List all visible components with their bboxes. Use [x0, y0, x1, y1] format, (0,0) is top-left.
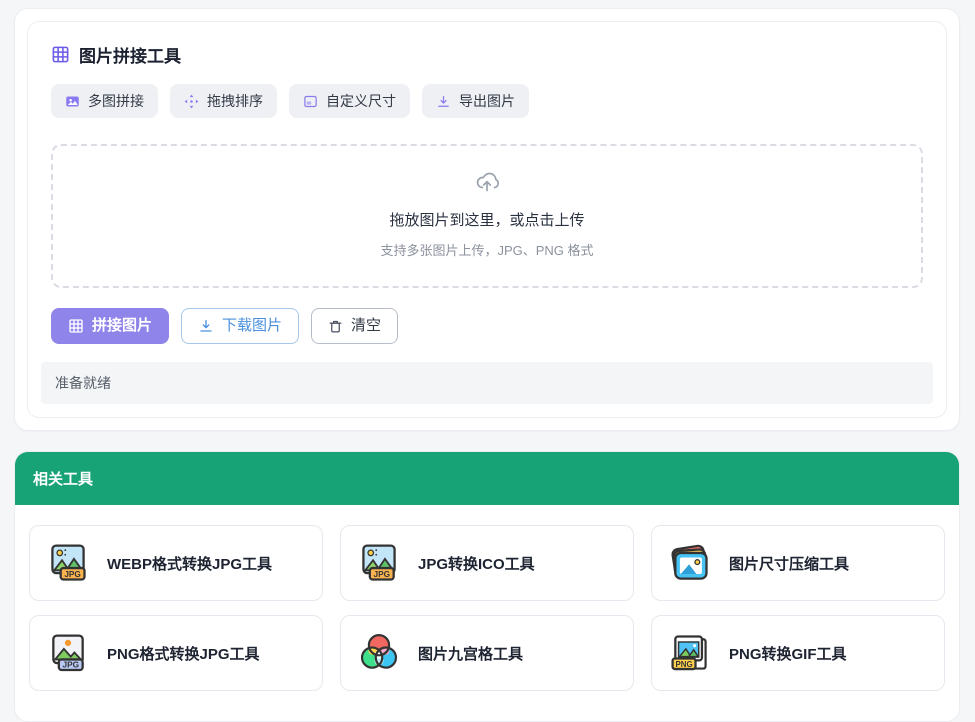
related-tools-title: 相关工具 [33, 471, 94, 488]
feature-badge-export: 导出图片 [422, 84, 529, 118]
resize-icon [303, 94, 318, 109]
feature-badge-multi: 多图拼接 [51, 84, 158, 118]
upload-sub-text: 支持多张图片上传，JPG、PNG 格式 [380, 243, 594, 258]
png-file-icon: PNG [668, 631, 712, 675]
related-tool-label: 图片九宫格工具 [418, 645, 524, 663]
related-tool-label: PNG格式转换JPG工具 [107, 645, 260, 663]
jpg-photo-icon: JPG [357, 541, 401, 585]
trash-icon [328, 319, 343, 334]
clear-button-label: 清空 [351, 317, 382, 334]
feature-label: 导出图片 [459, 93, 515, 109]
grid-icon [68, 318, 84, 334]
feature-label: 多图拼接 [88, 93, 144, 109]
stitch-button[interactable]: 拼接图片 [51, 308, 170, 344]
svg-text:JPG: JPG [62, 661, 79, 670]
download-icon [198, 318, 214, 334]
action-buttons: 拼接图片 下载图片 清空 [51, 308, 923, 344]
related-tool-png-to-gif[interactable]: PNG PNG转换GIF工具 [651, 615, 945, 691]
stitch-tool-panel: 图片拼接工具 多图拼接 拖拽排序 自定义尺寸 导出图片 拖放图片到这里，或点击上… [27, 21, 947, 418]
related-tool-label: WEBP格式转换JPG工具 [107, 555, 273, 573]
feature-label: 自定义尺寸 [326, 93, 396, 109]
rgb-circles-icon [357, 631, 401, 675]
page-title: 图片拼接工具 [51, 42, 923, 67]
page-title-text: 图片拼接工具 [79, 47, 181, 66]
svg-text:JPG: JPG [64, 570, 81, 579]
related-tool-image-resize[interactable]: 图片尺寸压缩工具 [651, 525, 945, 601]
related-tool-webp-to-jpg[interactable]: JPG WEBP格式转换JPG工具 [29, 525, 323, 601]
feature-badge-drag: 拖拽排序 [170, 84, 277, 118]
upload-dropzone[interactable]: 拖放图片到这里，或点击上传 支持多张图片上传，JPG、PNG 格式 [51, 144, 923, 288]
related-tool-label: JPG转换ICO工具 [418, 555, 535, 573]
download-button[interactable]: 下载图片 [181, 308, 300, 344]
svg-text:PNG: PNG [676, 660, 693, 669]
feature-badge-size: 自定义尺寸 [289, 84, 410, 118]
move-icon [184, 94, 199, 109]
status-bar: 准备就绪 [41, 362, 933, 404]
related-tool-jpg-to-ico[interactable]: JPG JPG转换ICO工具 [340, 525, 634, 601]
feature-label: 拖拽排序 [207, 93, 263, 109]
cloud-upload-icon [475, 169, 499, 193]
related-tool-label: PNG转换GIF工具 [729, 645, 847, 663]
clear-button[interactable]: 清空 [311, 308, 399, 344]
panel-content: 图片拼接工具 多图拼接 拖拽排序 自定义尺寸 导出图片 拖放图片到这里，或点击上… [41, 42, 933, 404]
related-tools-section: 相关工具 JPG WEBP格式转换JPG工具 JPG JPG转换ICO工具 图片… [14, 451, 960, 722]
image-icon [65, 94, 80, 109]
related-tool-nine-grid[interactable]: 图片九宫格工具 [340, 615, 634, 691]
related-tools-header: 相关工具 [15, 452, 959, 505]
svg-text:JPG: JPG [373, 570, 390, 579]
download-icon [436, 94, 451, 109]
related-tool-label: 图片尺寸压缩工具 [729, 555, 850, 573]
grid-icon [51, 45, 70, 64]
upload-main-text: 拖放图片到这里，或点击上传 [389, 212, 585, 229]
png-to-jpg-icon: JPG [46, 631, 90, 675]
stitch-button-label: 拼接图片 [92, 317, 153, 334]
download-button-label: 下载图片 [222, 317, 283, 334]
jpg-photo-icon: JPG [46, 541, 90, 585]
status-text: 准备就绪 [55, 375, 111, 391]
related-tools-grid: JPG WEBP格式转换JPG工具 JPG JPG转换ICO工具 图片尺寸压缩工… [15, 505, 959, 721]
feature-badges: 多图拼接 拖拽排序 自定义尺寸 导出图片 [51, 84, 923, 118]
stacked-photos-icon [668, 541, 712, 585]
related-tool-png-to-jpg[interactable]: JPG PNG格式转换JPG工具 [29, 615, 323, 691]
stitch-tool-card: 图片拼接工具 多图拼接 拖拽排序 自定义尺寸 导出图片 拖放图片到这里，或点击上… [14, 8, 960, 431]
